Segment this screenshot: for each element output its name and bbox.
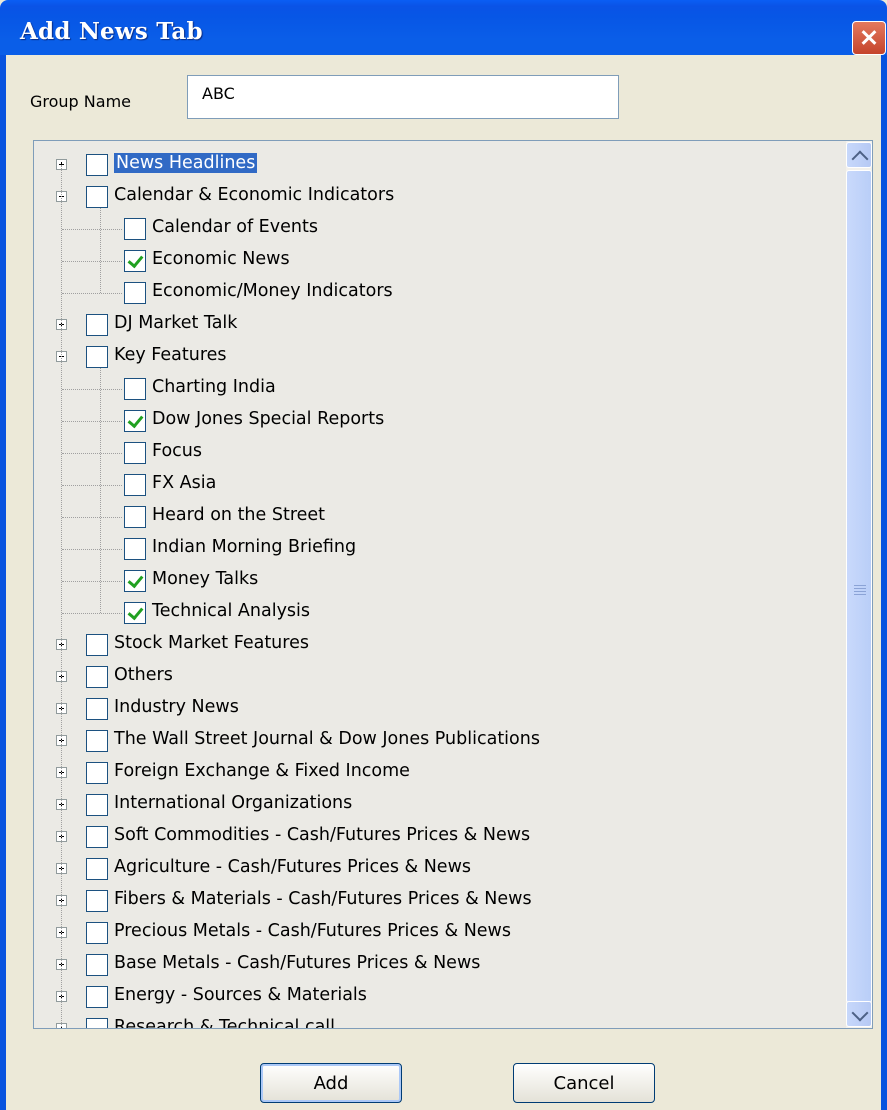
- tree-item-label: Heard on the Street: [152, 505, 326, 525]
- tree-item-label: Base Metals - Cash/Futures Prices & News: [114, 953, 481, 973]
- tree-item-label: Energy - Sources & Materials: [114, 985, 367, 1005]
- tree-checkbox[interactable]: [124, 442, 146, 464]
- tree-checkbox[interactable]: [124, 506, 146, 528]
- tree-checkbox[interactable]: [124, 538, 146, 560]
- tree-item-label: Precious Metals - Cash/Futures Prices & …: [114, 921, 511, 941]
- tree-subitem[interactable]: FX Asia: [34, 469, 844, 501]
- tree-checkbox[interactable]: [124, 282, 146, 304]
- tree-checkbox[interactable]: [86, 154, 108, 176]
- tree-category-item[interactable]: Fibers & Materials - Cash/Futures Prices…: [34, 885, 844, 917]
- tree-item-label: The Wall Street Journal & Dow Jones Publ…: [114, 729, 540, 749]
- close-button[interactable]: [852, 21, 886, 55]
- tree-subitem[interactable]: Calendar of Events: [34, 213, 844, 245]
- tree-checkbox[interactable]: [86, 794, 108, 816]
- tree-item-label: Indian Morning Briefing: [152, 537, 357, 557]
- tree-checkbox[interactable]: [86, 826, 108, 848]
- tree-subitem[interactable]: Indian Morning Briefing: [34, 533, 844, 565]
- tree-item-label: Charting India: [152, 377, 276, 397]
- tree-item-label: Economic/Money Indicators: [152, 281, 393, 301]
- tree-category-item[interactable]: Stock Market Features: [34, 629, 844, 661]
- tree-item-label: Research & Technical call: [114, 1017, 336, 1029]
- tree-category-item[interactable]: News Headlines: [34, 149, 844, 181]
- tree-item-label: Industry News: [114, 697, 239, 717]
- tree-item-label: DJ Market Talk: [114, 313, 238, 333]
- tree-checkbox[interactable]: [86, 666, 108, 688]
- group-name-label: Group Name: [30, 92, 131, 111]
- tree-category-item[interactable]: Precious Metals - Cash/Futures Prices & …: [34, 917, 844, 949]
- tree-category-item[interactable]: Soft Commodities - Cash/Futures Prices &…: [34, 821, 844, 853]
- tree-checkbox[interactable]: [86, 730, 108, 752]
- tree-checkbox[interactable]: [86, 314, 108, 336]
- tree-category-item[interactable]: Agriculture - Cash/Futures Prices & News: [34, 853, 844, 885]
- tree-item-label: Stock Market Features: [114, 633, 309, 653]
- tree-item-label: Soft Commodities - Cash/Futures Prices &…: [114, 825, 531, 845]
- tree-item-label: Foreign Exchange & Fixed Income: [114, 761, 410, 781]
- tree-checkbox[interactable]: [124, 378, 146, 400]
- tree-item-label: Others: [114, 665, 173, 685]
- chevron-up-icon: [851, 150, 869, 168]
- tree-checkbox[interactable]: [124, 474, 146, 496]
- tree-checkbox[interactable]: [86, 858, 108, 880]
- tree-item-label: Agriculture - Cash/Futures Prices & News: [114, 857, 472, 877]
- add-button[interactable]: Add: [260, 1063, 402, 1103]
- tree-category-item[interactable]: Foreign Exchange & Fixed Income: [34, 757, 844, 789]
- tree-checkbox[interactable]: [124, 570, 146, 592]
- tree-checkbox[interactable]: [86, 698, 108, 720]
- tree-subitem[interactable]: Economic/Money Indicators: [34, 277, 844, 309]
- tree-checkbox[interactable]: [124, 250, 146, 272]
- tree-item-label: Focus: [152, 441, 202, 461]
- tree-item-label: Technical Analysis: [152, 601, 311, 621]
- tree-subitem[interactable]: Technical Analysis: [34, 597, 844, 629]
- tree-subitem[interactable]: Economic News: [34, 245, 844, 277]
- tree-checkbox[interactable]: [86, 346, 108, 368]
- news-category-tree[interactable]: News Headlines Calendar & Economic Indica…: [33, 140, 873, 1029]
- tree-subitem[interactable]: Dow Jones Special Reports: [34, 405, 844, 437]
- tree-item-label: Calendar & Economic Indicators: [114, 185, 395, 205]
- tree-subitem[interactable]: Charting India: [34, 373, 844, 405]
- tree-checkbox[interactable]: [124, 410, 146, 432]
- tree-category-item[interactable]: Key Features: [34, 341, 844, 373]
- tree-checkbox[interactable]: [86, 954, 108, 976]
- tree-category-item[interactable]: Others: [34, 661, 844, 693]
- scroll-down-button[interactable]: [846, 1001, 872, 1027]
- cancel-button[interactable]: Cancel: [513, 1063, 655, 1103]
- tree-category-item[interactable]: International Organizations: [34, 789, 844, 821]
- tree-category-item[interactable]: Energy - Sources & Materials: [34, 981, 844, 1013]
- tree-checkbox[interactable]: [86, 762, 108, 784]
- tree-subitem[interactable]: Money Talks: [34, 565, 844, 597]
- window-title: Add News Tab: [20, 18, 203, 45]
- tree-item-label: Key Features: [114, 345, 227, 365]
- tree-subitem[interactable]: Focus: [34, 437, 844, 469]
- tree-category-item[interactable]: The Wall Street Journal & Dow Jones Publ…: [34, 725, 844, 757]
- tree-checkbox[interactable]: [124, 602, 146, 624]
- tree-category-item[interactable]: DJ Market Talk: [34, 309, 844, 341]
- tree-checkbox[interactable]: [86, 1018, 108, 1028]
- scrollbar-thumb[interactable]: [846, 170, 872, 1003]
- tree-category-item[interactable]: Base Metals - Cash/Futures Prices & News: [34, 949, 844, 981]
- tree-checkbox[interactable]: [86, 890, 108, 912]
- tree-item-label: Fibers & Materials - Cash/Futures Prices…: [114, 889, 532, 909]
- vertical-scrollbar[interactable]: [846, 141, 872, 1028]
- tree-item-label: Money Talks: [152, 569, 259, 589]
- tree-item-label: News Headlines: [114, 153, 258, 173]
- tree-item-label: Dow Jones Special Reports: [152, 409, 385, 429]
- tree-checkbox[interactable]: [86, 186, 108, 208]
- tree-checkbox[interactable]: [86, 986, 108, 1008]
- tree-item-label: International Organizations: [114, 793, 353, 813]
- tree-item-label: FX Asia: [152, 473, 217, 493]
- window-frame-right: [881, 55, 887, 1110]
- group-name-input[interactable]: [187, 75, 619, 119]
- tree-subitem[interactable]: Heard on the Street: [34, 501, 844, 533]
- tree-category-item[interactable]: Research & Technical call: [34, 1013, 844, 1029]
- tree-item-label: Economic News: [152, 249, 290, 269]
- tree-category-item[interactable]: Industry News: [34, 693, 844, 725]
- tree-checkbox[interactable]: [86, 922, 108, 944]
- tree-checkbox[interactable]: [86, 634, 108, 656]
- tree-checkbox[interactable]: [124, 218, 146, 240]
- scroll-up-button[interactable]: [846, 142, 872, 168]
- tree-category-item[interactable]: Calendar & Economic Indicators: [34, 181, 844, 213]
- tree-item-label: Calendar of Events: [152, 217, 318, 237]
- chevron-down-icon: [851, 1004, 869, 1022]
